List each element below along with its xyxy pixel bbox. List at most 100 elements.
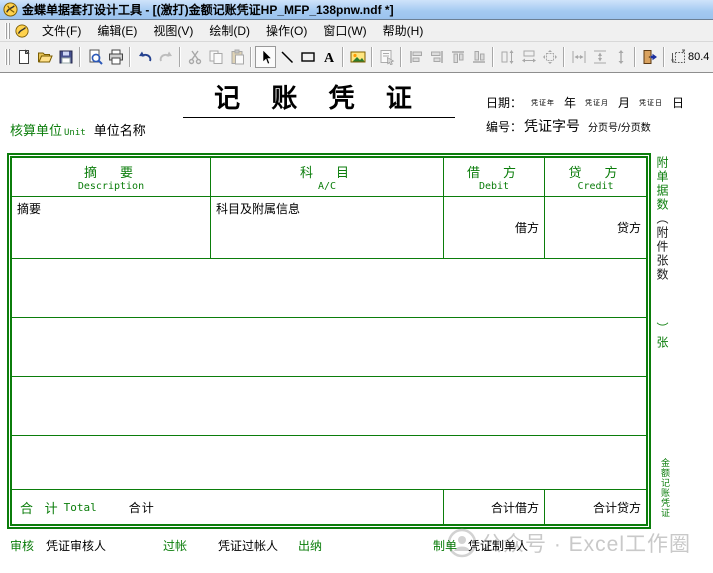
exit-button[interactable] [639, 46, 660, 68]
same-height-button[interactable] [497, 46, 518, 68]
header-debit-zh: 借 方 [467, 162, 521, 181]
toolbar-grip[interactable] [5, 49, 10, 65]
title-bar: 金蝶单据套打设计工具 - [(激打)金额记账凭证HP_MFP_138pnw.nd… [0, 0, 713, 20]
toolbar-separator [634, 47, 636, 67]
properties-button[interactable] [376, 46, 397, 68]
total-credit-field[interactable]: 合计贷方 [545, 490, 646, 524]
day-field[interactable]: 凭证日 [639, 100, 663, 107]
header-summary[interactable]: 摘 要 Description [12, 158, 211, 197]
cashier-label[interactable]: 出纳 [298, 537, 322, 554]
paste-button[interactable] [226, 46, 247, 68]
attachment-count-vertical[interactable]: 附单据数（附件张数）张 [654, 156, 671, 350]
menu-window[interactable]: 窗口(W) [315, 19, 374, 42]
unit-name-field[interactable]: 单位名称 [94, 123, 146, 138]
menubar-grip[interactable] [5, 23, 10, 39]
prepare-person-field[interactable]: 凭证制单人 [468, 537, 528, 554]
voucher-title[interactable]: 记 账 凭 证 [183, 78, 455, 118]
save-file-button[interactable] [55, 46, 76, 68]
align-right-button[interactable] [426, 46, 447, 68]
day-unit-label: 日 [672, 96, 684, 110]
toolbar: A 80.4 [0, 42, 713, 73]
print-preview-button[interactable] [84, 46, 105, 68]
space-horizontal-button[interactable] [568, 46, 589, 68]
page-number-field[interactable]: 分页号/分页数 [588, 123, 651, 134]
undo-button[interactable] [134, 46, 155, 68]
redo-button[interactable] [155, 46, 176, 68]
unit-line[interactable]: 核算单位Unit单位名称 [10, 120, 146, 139]
header-account-zh: 科 目 [300, 162, 354, 181]
toolbar-separator [179, 47, 181, 67]
summary-field[interactable]: 摘要 [12, 197, 211, 259]
align-left-button[interactable] [405, 46, 426, 68]
date-line[interactable]: 日期：凭证年年凭证月月凭证日日 [486, 94, 684, 111]
empty-voucher-row[interactable] [12, 259, 646, 318]
line-tool-button[interactable] [276, 46, 297, 68]
toolbar-separator [563, 47, 565, 67]
empty-voucher-row[interactable] [12, 318, 646, 377]
empty-voucher-row[interactable] [12, 377, 646, 436]
total-debit-field[interactable]: 合计借方 [444, 490, 545, 524]
header-credit[interactable]: 贷 方 Credit [545, 158, 646, 197]
voucher-number-field[interactable]: 凭证字号 [524, 118, 580, 134]
post-person-field[interactable]: 凭证过帐人 [218, 537, 278, 554]
month-field[interactable]: 凭证月 [585, 100, 609, 107]
rectangle-tool-button[interactable] [297, 46, 318, 68]
number-line[interactable]: 编号：凭证字号分页号/分页数 [486, 116, 651, 136]
align-bottom-button[interactable] [468, 46, 489, 68]
save-file-icon [58, 49, 74, 65]
attachment-field[interactable]: （附件张数 [655, 212, 669, 282]
align-top-button[interactable] [447, 46, 468, 68]
align-left-icon [408, 49, 424, 65]
copy-button[interactable] [205, 46, 226, 68]
design-canvas[interactable]: 记 账 凭 证 日期：凭证年年凭证月月凭证日日 编号：凭证字号分页号/分页数 核… [0, 74, 713, 573]
copy-icon [208, 49, 224, 65]
same-width-icon [521, 49, 537, 65]
menu-operate[interactable]: 操作(O) [258, 19, 315, 42]
debit-field[interactable]: 借方 [444, 197, 545, 259]
document-icon [15, 24, 29, 38]
total-label: 合 计 [20, 498, 62, 517]
kingdee-logo-icon [3, 2, 18, 17]
fit-height-button[interactable] [610, 46, 631, 68]
image-tool-button[interactable] [347, 46, 368, 68]
total-field[interactable]: 合计 [129, 499, 155, 516]
audit-person-field[interactable]: 凭证审核人 [46, 537, 106, 554]
image-tool-icon [350, 49, 366, 65]
header-summary-en: Description [78, 181, 144, 192]
new-file-button[interactable] [13, 46, 34, 68]
same-width-button[interactable] [518, 46, 539, 68]
open-file-button[interactable] [34, 46, 55, 68]
select-tool-button[interactable] [255, 46, 276, 68]
total-row-left[interactable]: 合 计 Total 合计 [12, 490, 444, 524]
cut-button[interactable] [184, 46, 205, 68]
account-field[interactable]: 科目及附属信息 [211, 197, 444, 259]
post-label[interactable]: 过帐 [163, 537, 187, 554]
header-account[interactable]: 科 目 A/C [211, 158, 444, 197]
total-label-en: Total [64, 501, 97, 514]
new-file-icon [16, 49, 32, 65]
menu-edit[interactable]: 编辑(E) [89, 19, 145, 42]
year-field[interactable]: 凭证年 [531, 100, 555, 107]
open-file-icon [37, 49, 53, 65]
menu-help[interactable]: 帮助(H) [375, 19, 432, 42]
space-vertical-button[interactable] [589, 46, 610, 68]
date-label: 日期： [486, 96, 522, 110]
text-tool-button[interactable]: A [318, 46, 339, 68]
same-size-button[interactable] [539, 46, 560, 68]
rectangle-tool-icon [300, 49, 316, 65]
menu-draw[interactable]: 绘制(D) [201, 19, 258, 42]
header-credit-zh: 贷 方 [568, 162, 622, 181]
prepare-label[interactable]: 制单 [433, 537, 457, 554]
voucher-type-vertical[interactable]: 金额记账凭证 [659, 458, 672, 518]
menu-view[interactable]: 视图(V) [145, 19, 201, 42]
menu-file[interactable]: 文件(F) [34, 19, 89, 42]
cut-icon [187, 49, 203, 65]
header-debit-en: Debit [479, 181, 509, 192]
empty-voucher-row[interactable] [12, 436, 646, 490]
audit-label[interactable]: 审核 [10, 537, 34, 554]
voucher-table[interactable]: 摘 要 Description 科 目 A/C 借 方 Debit 贷 方 Cr… [7, 153, 651, 529]
credit-field[interactable]: 贷方 [545, 197, 646, 259]
header-debit[interactable]: 借 方 Debit [444, 158, 545, 197]
position-value: 80.4 [688, 51, 709, 63]
print-button[interactable] [105, 46, 126, 68]
